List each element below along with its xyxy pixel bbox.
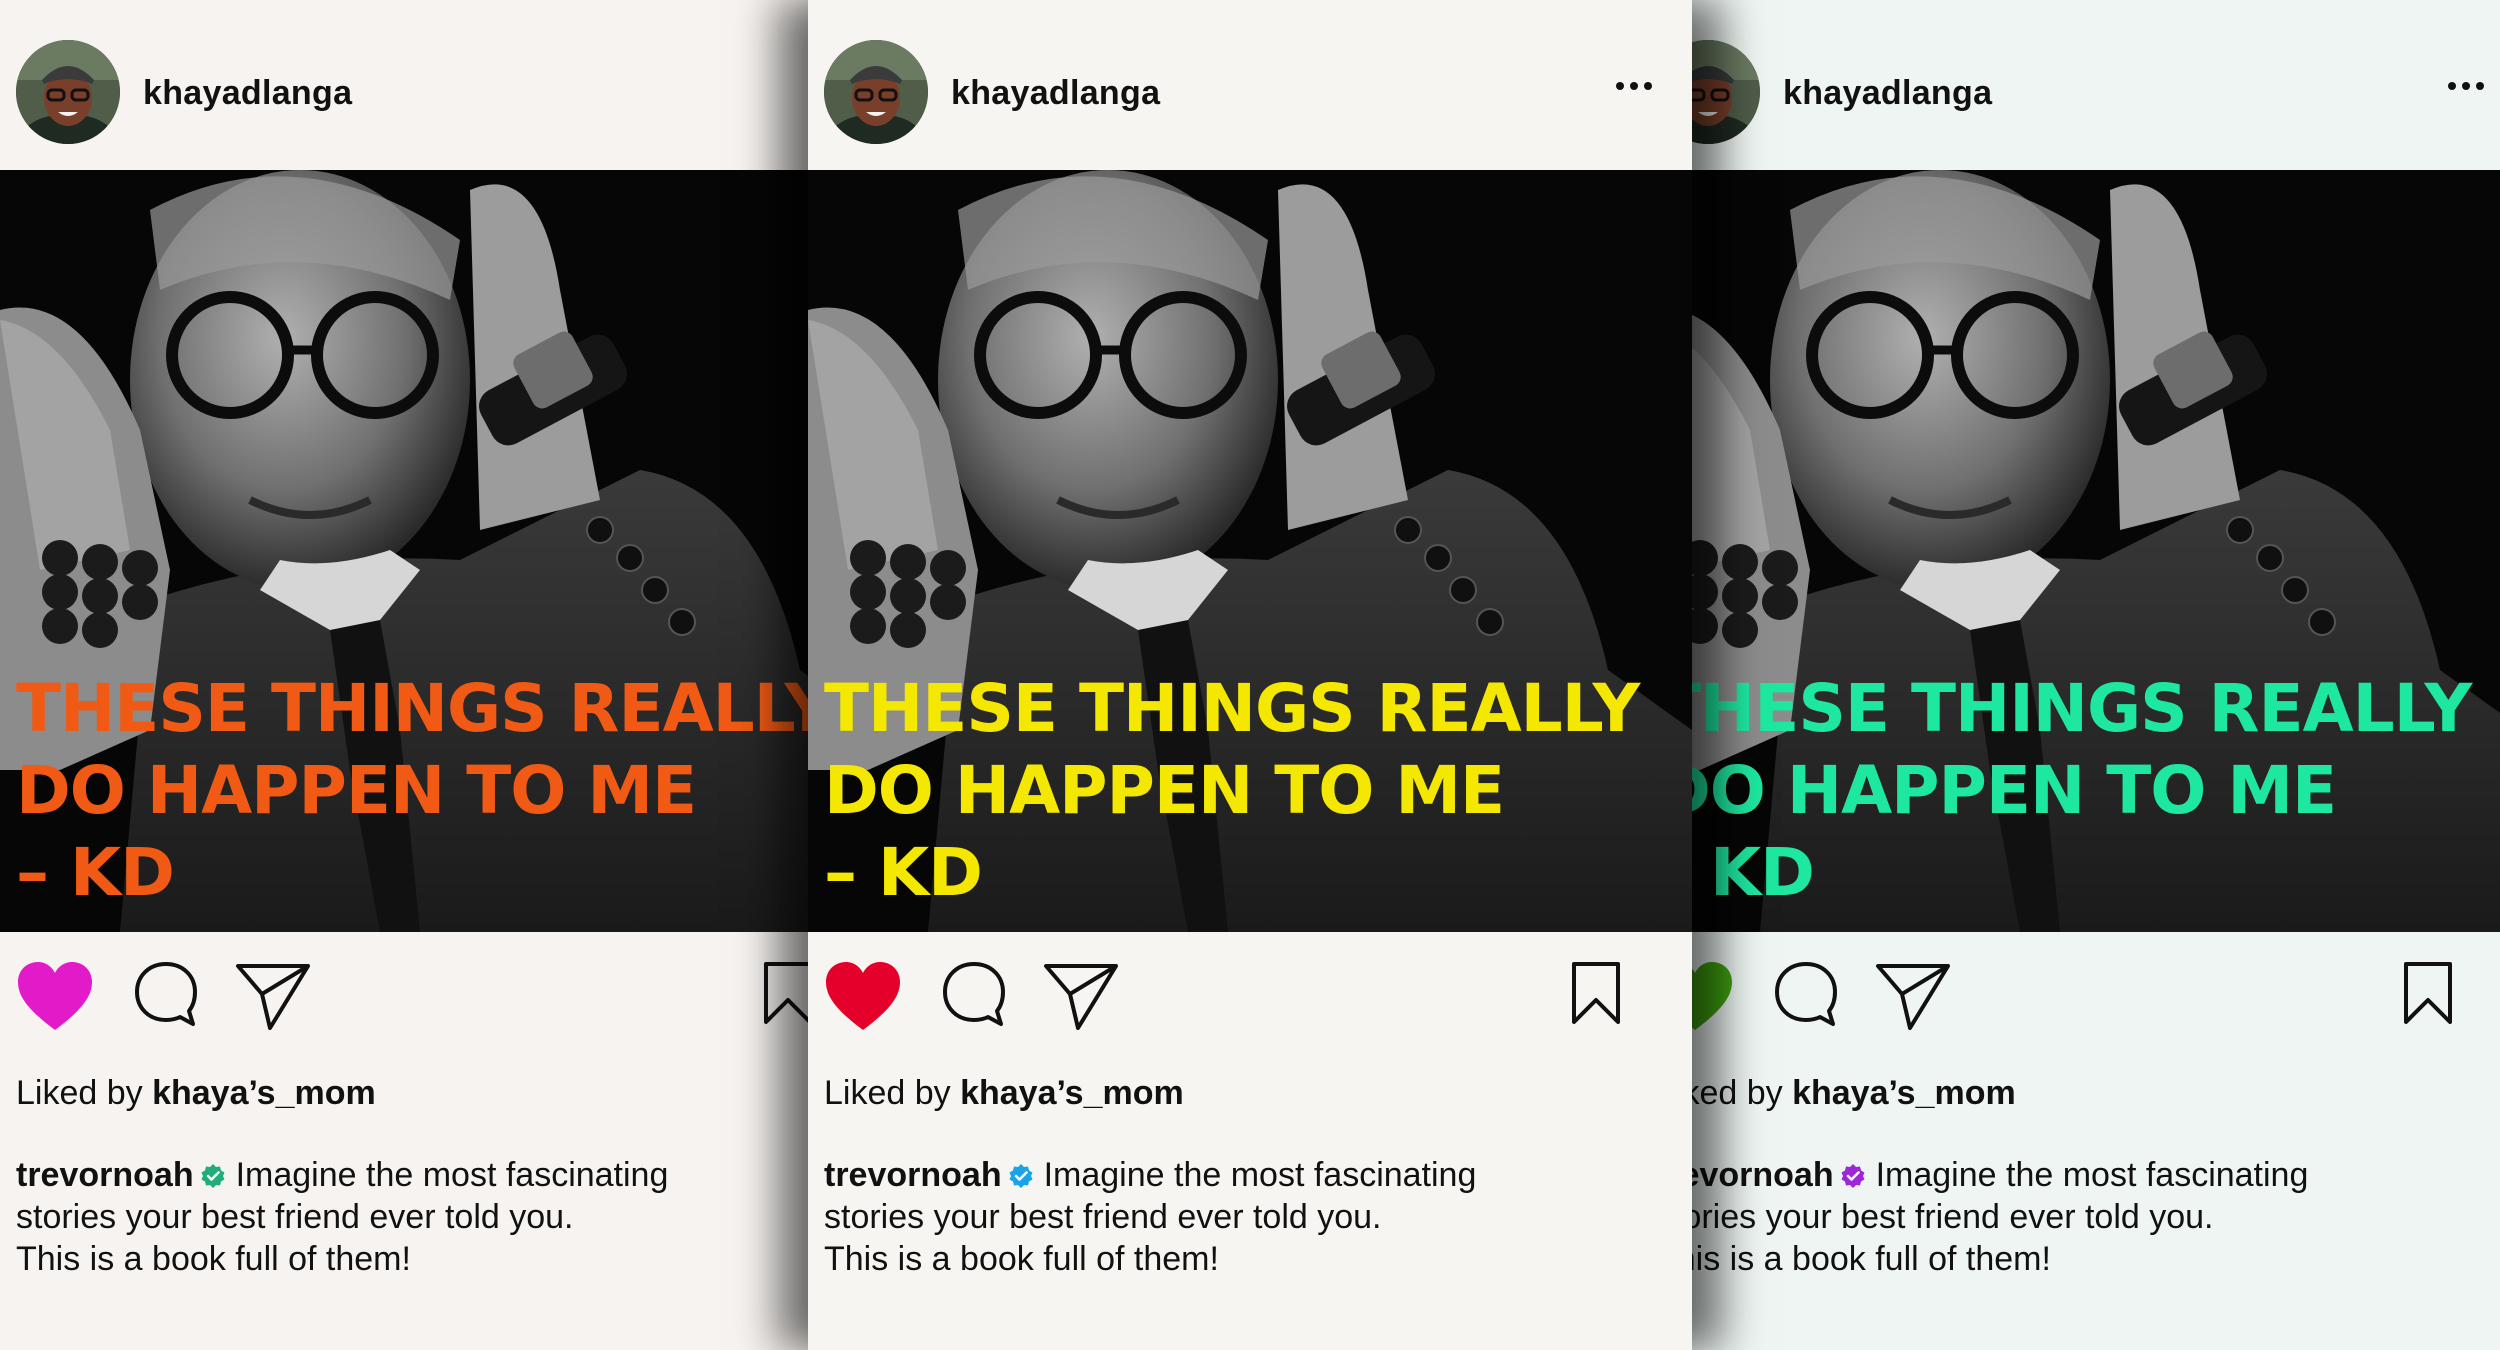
- post-image: THESE THINGS REALLY DO HAPPEN TO ME – KD: [808, 170, 1692, 932]
- liked-by-prefix: Liked by: [1692, 1074, 1783, 1112]
- quote-text: THESE THINGS REALLY DO HAPPEN TO ME – KD: [824, 668, 1684, 914]
- avatar[interactable]: [1692, 40, 1760, 144]
- comment-icon[interactable]: [1773, 960, 1839, 1030]
- bookmark-icon[interactable]: [762, 960, 808, 1026]
- quote-line: – KD: [16, 834, 175, 911]
- avatar[interactable]: [824, 40, 928, 144]
- caption-text: stories your best friend ever told you.: [1692, 1198, 2214, 1236]
- liked-by-prefix: Liked by: [824, 1074, 951, 1112]
- post-image: THESE THINGS REALLY DO HAPPEN TO ME – KD: [0, 170, 808, 932]
- comment-icon[interactable]: [133, 960, 199, 1030]
- caption-username[interactable]: trevornoah: [1692, 1156, 1834, 1194]
- post-actions: [0, 960, 808, 1040]
- liked-by-user[interactable]: khaya’s_mom: [1792, 1074, 2016, 1112]
- quote-text: THESE THINGS REALLY DO HAPPEN TO ME – KD: [1692, 668, 2500, 914]
- verified-badge-icon: [1841, 1164, 1865, 1188]
- caption-username[interactable]: trevornoah: [16, 1156, 194, 1194]
- post-actions: [808, 960, 1692, 1040]
- caption-text: stories your best friend ever told you.: [16, 1198, 574, 1236]
- quote-line: – KD: [824, 834, 983, 911]
- quote-text: THESE THINGS REALLY DO HAPPEN TO ME – KD: [16, 668, 808, 914]
- quote-line: DO HAPPEN TO ME: [1692, 752, 2337, 829]
- instagram-post-3: khayadlanga THESE THINGS REALLY DO HAPPE…: [1692, 0, 2500, 1350]
- post-image: THESE THINGS REALLY DO HAPPEN TO ME – KD: [1692, 170, 2500, 932]
- liked-by-user[interactable]: khaya’s_mom: [152, 1074, 376, 1112]
- caption-text: Imagine the most fascinating: [235, 1156, 669, 1194]
- post-actions: [1692, 960, 2500, 1040]
- username[interactable]: khayadlanga: [951, 74, 1160, 113]
- caption-text: This is a book full of them!: [16, 1240, 411, 1278]
- heart-icon[interactable]: [1692, 960, 1734, 1032]
- more-dots-icon[interactable]: [2448, 78, 2492, 94]
- quote-line: DO HAPPEN TO ME: [824, 752, 1505, 829]
- liked-by: Liked by khaya’s_mom: [824, 1074, 1184, 1113]
- verified-badge-icon: [1009, 1164, 1033, 1188]
- caption-text: This is a book full of them!: [824, 1240, 1219, 1278]
- username[interactable]: khayadlanga: [1783, 74, 1992, 113]
- post-inner: khayadlanga THESE THINGS REALLY DO HAPPE…: [0, 0, 808, 1350]
- more-dots-icon[interactable]: [1616, 78, 1660, 94]
- username[interactable]: khayadlanga: [143, 74, 352, 113]
- post-inner: khayadlanga THESE THINGS REALLY DO HAPPE…: [808, 0, 1692, 1350]
- instagram-post-2: khayadlanga THESE THINGS REALLY DO HAPPE…: [808, 0, 1692, 1350]
- caption: trevornoah Imagine the most fascinating s…: [824, 1154, 1664, 1280]
- post-inner: khayadlanga THESE THINGS REALLY DO HAPPE…: [1692, 0, 2500, 1350]
- send-icon[interactable]: [1042, 960, 1120, 1032]
- quote-line: THESE THINGS REALLY: [1692, 670, 2472, 747]
- caption: trevornoah Imagine the most fascinating s…: [16, 1154, 808, 1280]
- send-icon[interactable]: [234, 960, 312, 1032]
- caption-text: This is a book full of them!: [1692, 1240, 2051, 1278]
- liked-by-user[interactable]: khaya’s_mom: [960, 1074, 1184, 1112]
- liked-by: Liked by khaya’s_mom: [16, 1074, 376, 1113]
- instagram-post-1: khayadlanga THESE THINGS REALLY DO HAPPE…: [0, 0, 808, 1350]
- heart-icon[interactable]: [824, 960, 902, 1032]
- comment-icon[interactable]: [941, 960, 1007, 1030]
- verified-badge-icon: [201, 1164, 225, 1188]
- quote-line: – KD: [1692, 834, 1815, 911]
- heart-icon[interactable]: [16, 960, 94, 1032]
- send-icon[interactable]: [1874, 960, 1952, 1032]
- bookmark-icon[interactable]: [2402, 960, 2454, 1026]
- quote-line: DO HAPPEN TO ME: [16, 752, 697, 829]
- caption-text: stories your best friend ever told you.: [824, 1198, 1382, 1236]
- caption-text: Imagine the most fascinating: [1875, 1156, 2309, 1194]
- caption-username[interactable]: trevornoah: [824, 1156, 1002, 1194]
- quote-line: THESE THINGS REALLY: [16, 670, 808, 747]
- liked-by-prefix: Liked by: [16, 1074, 143, 1112]
- liked-by: Liked by khaya’s_mom: [1692, 1074, 2016, 1113]
- caption: trevornoah Imagine the most fascinating s…: [1692, 1154, 2496, 1280]
- avatar[interactable]: [16, 40, 120, 144]
- quote-line: THESE THINGS REALLY: [824, 670, 1640, 747]
- caption-text: Imagine the most fascinating: [1043, 1156, 1477, 1194]
- bookmark-icon[interactable]: [1570, 960, 1622, 1026]
